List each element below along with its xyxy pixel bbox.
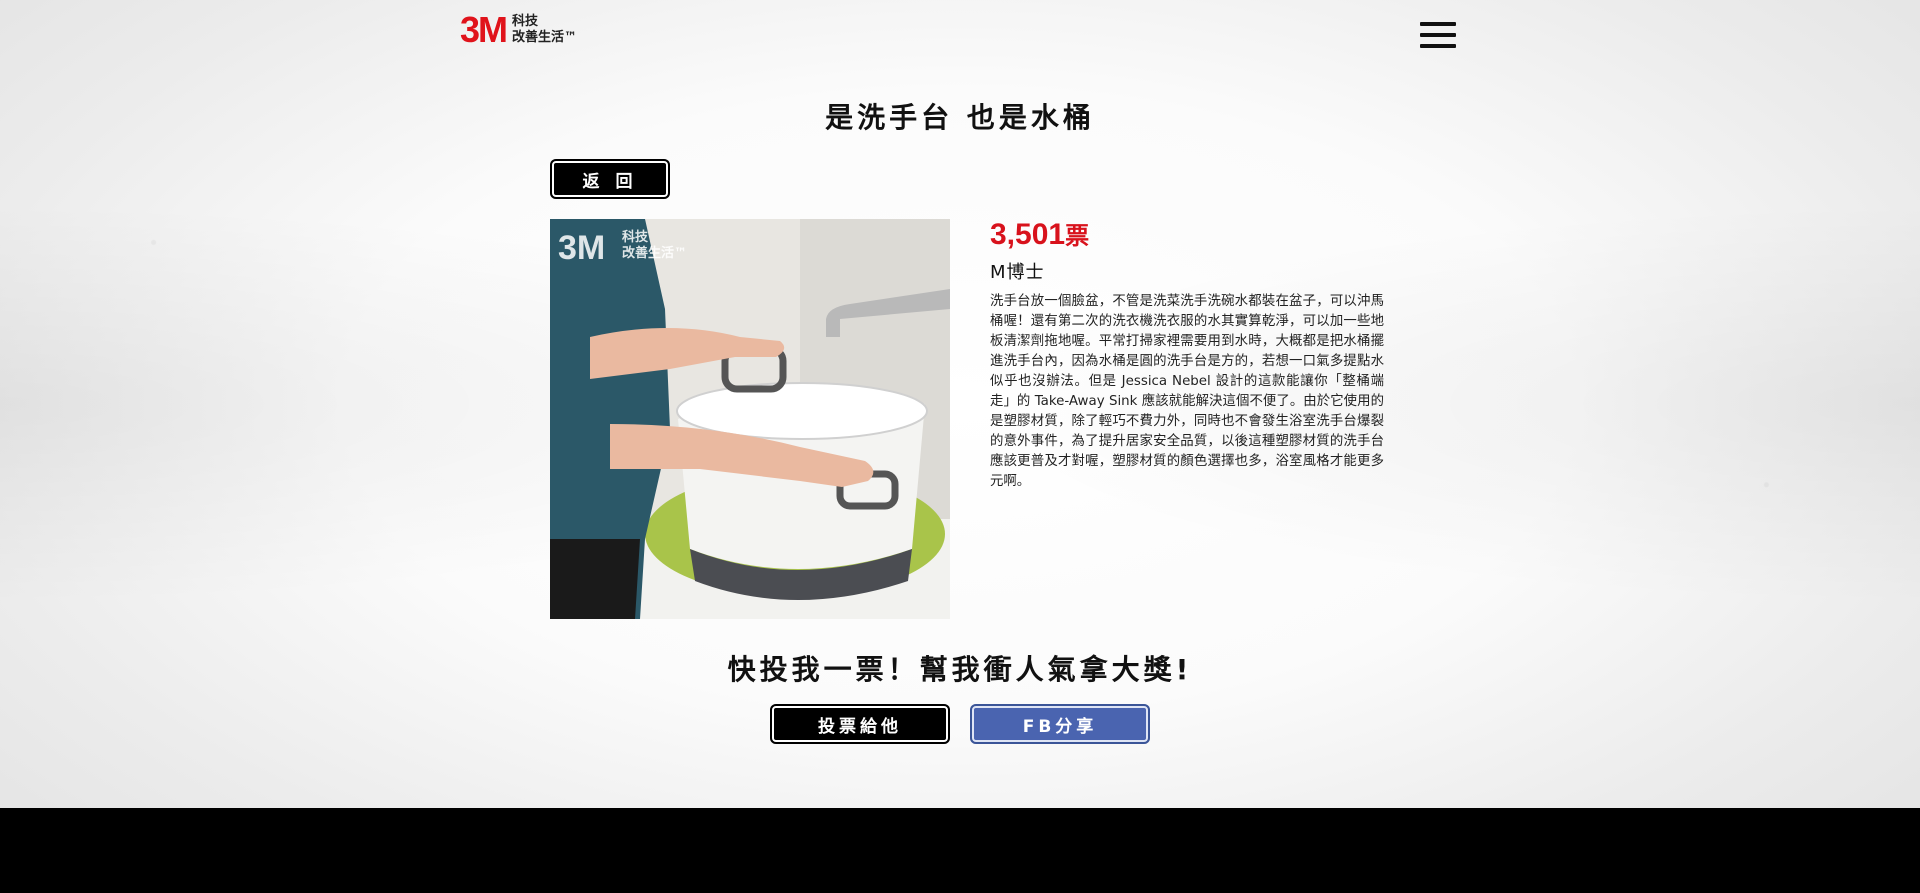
logo-tagline-line1: 科技	[512, 14, 539, 29]
vote-count-unit: 票	[1065, 222, 1090, 250]
page-title: 是洗手台 也是水桶	[825, 101, 1095, 134]
hamburger-bar	[1420, 33, 1456, 37]
hamburger-menu-icon[interactable]	[1420, 22, 1456, 48]
logo-tagline: 科技 改善生活™	[512, 14, 577, 46]
3m-logo[interactable]: 3M 科技 改善生活™	[460, 12, 577, 48]
vote-button[interactable]: 投票給他	[770, 704, 950, 744]
logo-tagline-line2: 改善生活™	[512, 30, 578, 45]
footer	[0, 808, 1920, 893]
hamburger-bar	[1420, 44, 1456, 48]
logo-mark: 3M	[460, 9, 508, 50]
vote-count: 3,501票	[990, 220, 1384, 250]
author-name: M博士	[990, 262, 1045, 283]
facebook-share-button[interactable]: FB分享	[970, 704, 1150, 744]
product-photo: 3M 科技 改善生活™	[550, 219, 950, 619]
entry-description: 洗手台放一個臉盆，不管是洗菜洗手洗碗水都裝在盆子，可以沖馬桶喔！還有第二次的洗衣…	[990, 294, 1384, 489]
vote-count-number: 3,501	[990, 218, 1066, 251]
product-illustration: 3M 科技 改善生活™	[550, 219, 950, 619]
photo-watermark-line2: 改善生活™	[622, 245, 687, 261]
hamburger-bar	[1420, 22, 1456, 26]
header: 3M 科技 改善生活™	[460, 10, 1456, 60]
call-to-action: 快投我一票！幫我衝人氣拿大獎!	[727, 653, 1193, 686]
back-button[interactable]: 返 回	[550, 159, 670, 199]
photo-watermark-line1: 科技	[622, 229, 649, 245]
photo-watermark-mark: 3M	[558, 229, 605, 267]
entry-info: 3,501票 M博士 洗手台放一個臉盆，不管是洗菜洗手洗碗水都裝在盆子，可以沖馬…	[990, 220, 1384, 492]
